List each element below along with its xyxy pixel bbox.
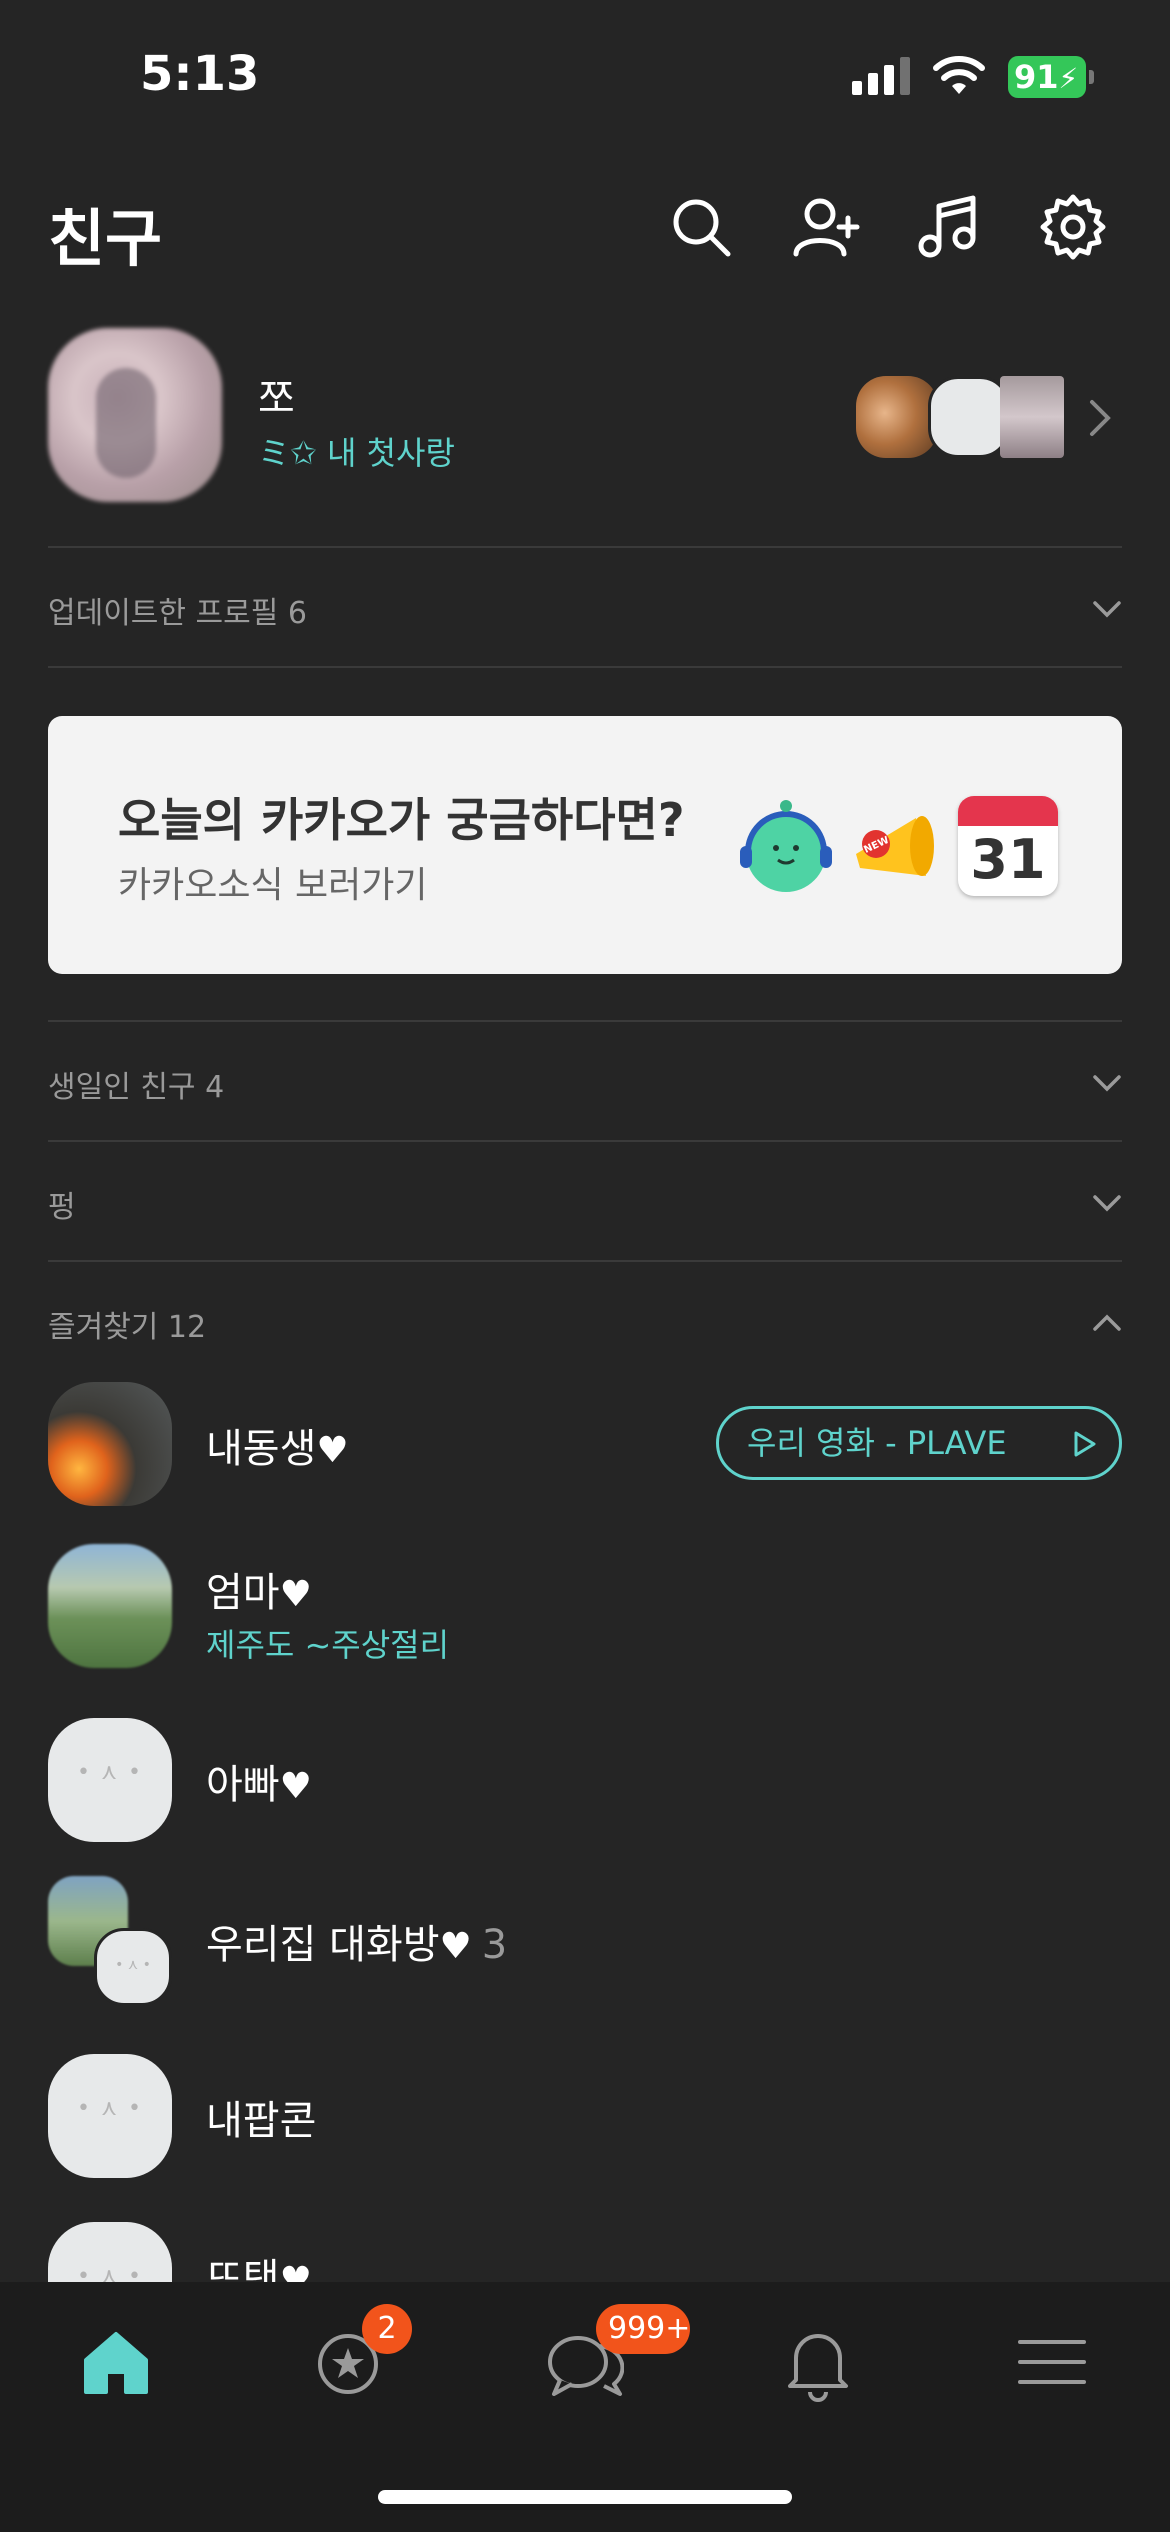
profile-thumbnail — [856, 376, 938, 458]
friend-avatar[interactable] — [48, 2054, 172, 2178]
my-profile[interactable]: 쪼 ミ✩ 내 첫사랑 — [48, 328, 1122, 508]
notification-icon[interactable] — [778, 2322, 858, 2402]
chevron-right-icon[interactable] — [1088, 398, 1112, 438]
section-updated-profiles[interactable]: 업데이트한 프로필 6 — [48, 550, 1122, 666]
settings-icon[interactable] — [1038, 192, 1108, 262]
friend-item[interactable]: • ⋏ • 우리집 대화방♥ 3 — [48, 1876, 1122, 2036]
friend-name: 내팝콘 — [206, 2098, 317, 2144]
divider — [48, 1140, 1122, 1142]
heart-icon: ♥ — [279, 1766, 312, 1807]
friend-name-text: 우리집 대화방 — [206, 1922, 440, 1968]
my-name: 쪼 — [258, 376, 295, 422]
section-pung[interactable]: 펑 — [48, 1144, 1122, 1260]
heart-icon: ♥ — [316, 1430, 349, 1471]
home-indicator[interactable] — [378, 2490, 792, 2504]
section-label: 펑 — [48, 1190, 76, 1225]
home-icon[interactable] — [76, 2322, 156, 2402]
divider — [48, 1260, 1122, 1262]
section-label: 즐겨찾기 12 — [48, 1310, 207, 1345]
page-title: 친구 — [48, 202, 163, 275]
play-icon — [1074, 1431, 1096, 1457]
status-bar: 5:13 91⚡ — [0, 0, 1170, 150]
charging-icon: ⚡ — [1058, 62, 1079, 95]
kakao-news-banner[interactable]: 오늘의 카카오가 궁금하다면? 카카오소식 보러가기 NEW 31 — [48, 716, 1122, 974]
friend-avatar[interactable] — [48, 1718, 172, 1842]
section-birthday-friends[interactable]: 생일인 친구 4 — [48, 1024, 1122, 1140]
profile-thumbnail — [1000, 376, 1064, 458]
profile-thumbnails[interactable] — [856, 376, 1066, 460]
divider — [48, 666, 1122, 668]
calendar-day: 31 — [970, 828, 1046, 891]
friend-status-message: 제주도 ~주상절리 — [206, 1626, 450, 1664]
music-icon[interactable] — [914, 192, 984, 262]
my-avatar[interactable] — [48, 328, 222, 502]
add-friend-icon[interactable] — [790, 192, 860, 262]
section-favorites[interactable]: 즐겨찾기 12 — [48, 1264, 1122, 1380]
friend-name: 우리집 대화방♥ 3 — [206, 1912, 507, 1970]
profile-music-button[interactable]: 우리 영화 - PLAVE — [716, 1406, 1122, 1480]
friend-item[interactable]: 엄마♥ 제주도 ~주상절리 — [48, 1544, 1122, 1704]
group-avatar-front: • ⋏ • — [94, 1928, 172, 2006]
heart-icon: ♥ — [279, 1574, 312, 1615]
profile-thumbnail — [928, 376, 1010, 458]
friend-item[interactable]: 내팝콘 — [48, 2054, 1122, 2214]
chevron-down-icon[interactable] — [1092, 1188, 1122, 1218]
friend-name: 뜨탠♥ — [206, 2246, 312, 2282]
section-label: 생일인 친구 4 — [48, 1070, 225, 1105]
profile-music-label: 우리 영화 - PLAVE — [747, 1424, 1007, 1462]
member-count: 3 — [481, 1922, 508, 1968]
heart-icon: ♥ — [439, 1926, 472, 1967]
chevron-down-icon[interactable] — [1092, 594, 1122, 624]
signal-icon — [852, 57, 912, 95]
friend-name: 내동생♥ — [206, 1416, 349, 1474]
battery-cap — [1089, 70, 1094, 84]
friend-name-text: 아빠 — [206, 1762, 280, 1808]
calendar-header — [958, 796, 1058, 826]
wifi-icon — [932, 54, 986, 96]
section-label: 업데이트한 프로필 6 — [48, 596, 307, 631]
heart-icon: ♥ — [279, 2260, 312, 2282]
divider — [48, 546, 1122, 548]
battery-level: 91 — [1014, 58, 1059, 96]
friend-name-text: 뜨탠 — [206, 2256, 280, 2282]
divider — [48, 1020, 1122, 1022]
open-chat-badge: 2 — [362, 2304, 412, 2354]
friend-avatar[interactable] — [48, 2222, 172, 2282]
friend-item[interactable]: 뜨탠♥ — [48, 2222, 1122, 2282]
calendar-icon: 31 — [958, 796, 1058, 896]
friend-avatar[interactable] — [48, 1544, 172, 1668]
mascot-icon — [740, 800, 832, 892]
my-status-message: ミ✩ 내 첫사랑 — [258, 434, 455, 472]
megaphone-icon: NEW — [856, 816, 934, 876]
banner-subtitle: 카카오소식 보러가기 — [118, 865, 428, 906]
friend-name-text: 내동생 — [206, 1426, 317, 1472]
friend-avatar[interactable] — [48, 1382, 172, 1506]
menu-icon[interactable] — [1012, 2322, 1092, 2402]
chat-badge: 999+ — [596, 2304, 690, 2354]
search-icon[interactable] — [666, 192, 736, 262]
chevron-up-icon[interactable] — [1092, 1308, 1122, 1338]
friend-name: 엄마♥ — [206, 1560, 312, 1618]
friend-name: 아빠♥ — [206, 1752, 312, 1810]
friend-name-text: 엄마 — [206, 1570, 280, 1616]
friend-item[interactable]: 아빠♥ — [48, 1718, 1122, 1878]
battery-indicator: 91⚡ — [1008, 56, 1086, 98]
banner-title: 오늘의 카카오가 궁금하다면? — [118, 793, 685, 847]
chevron-down-icon[interactable] — [1092, 1068, 1122, 1098]
status-time: 5:13 — [140, 46, 260, 102]
